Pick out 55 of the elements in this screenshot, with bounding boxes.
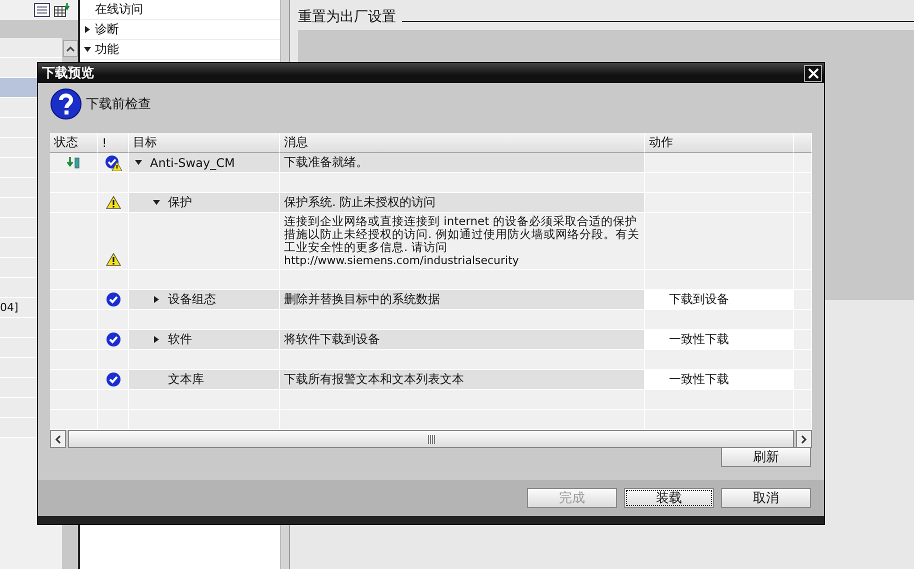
chevron-right-icon <box>801 434 807 444</box>
target-name: 保护 <box>168 194 192 211</box>
caret-icon[interactable] <box>84 26 91 33</box>
tree-item[interactable]: 功能 <box>95 41 119 58</box>
message-text: 连接到企业网络或直接连接到 internet 的设备必须采取合适的保护措施以防止未经授权的访问. 例如通过使用防火墙或网络分段。有关工业安全性的更多信息. 请访问 <box>284 215 640 254</box>
caret-icon[interactable] <box>84 46 91 53</box>
column-header[interactable]: 动作 <box>645 133 794 153</box>
caret-icon[interactable] <box>153 296 160 303</box>
check-icon <box>106 292 120 307</box>
column-header[interactable]: ! <box>98 133 129 153</box>
check-icon <box>106 332 120 347</box>
message-text: 保护系统. 防止未授权的访问 <box>284 194 436 211</box>
scroll-up-button[interactable] <box>62 40 78 57</box>
tree-item[interactable]: 诊断 <box>95 21 119 38</box>
scroll-left-button[interactable] <box>50 430 66 448</box>
list-text: 04] <box>0 301 18 314</box>
refresh-button[interactable]: 刷新 <box>721 447 811 467</box>
action-dropdown[interactable]: 下载到设备 <box>645 290 794 309</box>
dialog-button[interactable]: 取消 <box>721 488 811 508</box>
action-dropdown[interactable]: 一致性下载 <box>645 370 794 389</box>
question-icon <box>50 88 82 120</box>
action-dropdown[interactable]: 一致性下载 <box>645 330 794 349</box>
message-text: 下载所有报警文本和文本列表文本 <box>284 371 464 388</box>
table-download-icon[interactable] <box>54 3 70 17</box>
caret-icon[interactable] <box>135 159 142 166</box>
target-name: 设备组态 <box>168 291 216 308</box>
caret-icon[interactable] <box>153 199 160 206</box>
target-name: Anti-Sway_CM <box>150 156 235 170</box>
grip-icon <box>428 434 434 444</box>
dialog-title: 下载预览 <box>42 65 94 82</box>
column-header[interactable]: 消息 <box>280 133 645 153</box>
chevron-up-icon <box>66 46 74 52</box>
security-link[interactable]: http://www.siemens.com/industrialsecurity <box>284 254 640 267</box>
column-header[interactable]: 目标 <box>129 133 280 153</box>
dialog-button[interactable]: 装载 <box>624 488 714 508</box>
target-name: 文本库 <box>168 371 204 388</box>
tree-item[interactable]: 在线访问 <box>95 1 143 18</box>
download-status-icon <box>66 156 80 168</box>
list-view-icon[interactable] <box>34 3 50 17</box>
warning-icon <box>106 253 120 266</box>
column-header[interactable]: 状态 <box>50 133 98 153</box>
target-name: 软件 <box>168 331 192 348</box>
chevron-left-icon <box>55 434 61 444</box>
message-text: 删除并替换目标中的系统数据 <box>284 291 440 308</box>
section-title: 重置为出厂设置 <box>298 8 396 26</box>
scroll-right-button[interactable] <box>796 430 812 448</box>
close-icon <box>808 68 818 78</box>
message-text: 将软件下载到设备 <box>284 331 380 348</box>
dialog-heading: 下载前检查 <box>86 96 151 113</box>
column-header <box>794 133 812 153</box>
message-text: 下载准备就绪。 <box>284 154 368 171</box>
caret-icon[interactable] <box>153 336 160 343</box>
close-button[interactable] <box>804 64 822 82</box>
check-icon <box>106 372 120 387</box>
warning-icon <box>106 196 120 209</box>
